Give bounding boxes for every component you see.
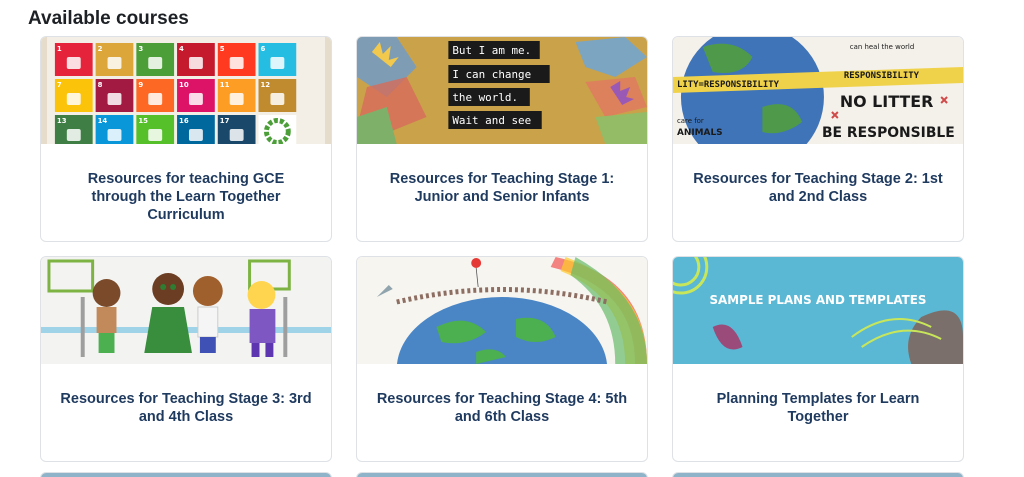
svg-text:ANIMALS: ANIMALS [677,128,723,138]
sdg-tile-number: 12 [260,81,270,89]
svg-text:BE RESPONSIBLE: BE RESPONSIBLE [822,125,955,141]
sdg-goals-image: 1 2 3 4 5 67 8 9 10 11 1213 14 15 16 17 [41,37,331,144]
sdg-tile-icon [188,57,203,69]
sdg-tile-number: 15 [138,117,148,125]
course-title-link[interactable]: Resources for teaching GCE through the L… [41,144,331,224]
sdg-tile-icon [229,93,244,105]
sdg-tile-icon [66,93,81,105]
course-image[interactable] [41,257,331,364]
sdg-tile-icon [66,57,81,69]
sdg-tile-number: 8 [98,81,103,89]
sdg-tile-number: 10 [179,81,189,89]
course-title-link[interactable]: Resources for Teaching Stage 2: 1st and … [673,144,963,206]
svg-text:I can change: I can change [452,68,531,81]
course-card-partial[interactable] [356,472,648,477]
children-drawing-image [41,257,331,364]
course-card[interactable]: But I am me. I can change the world. Wai… [356,36,648,242]
course-image[interactable]: 1 2 3 4 5 6 7 8 9 10 11 12 13 14 15 16 17 [41,37,331,144]
sdg-tile-icon [148,93,163,105]
sample-plans-banner-image: SAMPLE PLANS AND TEMPLATES [673,257,963,364]
course-title-link[interactable]: Resources for Teaching Stage 3: 3rd and … [41,364,331,426]
sdg-tile-number: 13 [57,117,67,125]
svg-text:Wait and see: Wait and see [452,114,531,127]
svg-text:SAMPLE PLANS AND TEMPLATES: SAMPLE PLANS AND TEMPLATES [709,293,926,307]
sdg-tile-number: 7 [57,81,62,89]
sdg-tile-icon [107,93,122,105]
course-card-partial[interactable] [40,472,332,477]
course-card-partial[interactable] [672,472,964,477]
course-list-page: Available courses 1 2 3 4 5 6 7 8 9 10 11 12 13 14 15 1… [0,0,1024,477]
course-card[interactable]: 1 2 3 4 5 6 7 8 9 10 11 12 13 14 15 16 17 Resources for … [40,36,332,242]
course-card[interactable]: LITY=RESPONSIBILITY RESPONSIBILITY care … [672,36,964,242]
course-card[interactable]: Resources for Teaching Stage 4: 5th and … [356,256,648,462]
sdg-tile-icon [270,93,285,105]
sdg-tile-icon [107,129,122,141]
course-card[interactable]: SAMPLE PLANS AND TEMPLATES Planning Temp… [672,256,964,462]
sdg-tile-number: 1 [57,45,62,53]
course-image[interactable] [357,257,647,364]
sdg-tile-number: 6 [260,45,265,53]
course-title-link[interactable]: Resources for Teaching Stage 1: Junior a… [357,144,647,206]
course-title-link[interactable]: Resources for Teaching Stage 4: 5th and … [357,364,647,426]
svg-text:the world.: the world. [452,91,518,104]
svg-text:RESPONSIBILITY: RESPONSIBILITY [844,71,920,81]
sdg-tile-number: 4 [179,45,184,53]
children-handprints-image: But I am me. I can change the world. Wai… [357,37,647,144]
course-title-link[interactable]: Planning Templates for Learn Together [673,364,963,426]
svg-text:care for: care for [677,117,704,125]
sdg-tile-number: 3 [138,45,143,53]
sdg-tile-icon [188,93,203,105]
sdg-tile-number: 14 [98,117,108,125]
svg-text:can heal the world: can heal the world [850,43,914,51]
course-card[interactable]: Resources for Teaching Stage 3: 3rd and … [40,256,332,462]
sdg-tile-icon [270,57,285,69]
sdg-tile-number: 9 [138,81,143,89]
sdg-tile-icon [188,129,203,141]
earth-responsibility-image: LITY=RESPONSIBILITY RESPONSIBILITY care … [673,37,963,144]
svg-text:LITY=RESPONSIBILITY: LITY=RESPONSIBILITY [677,80,780,90]
course-image[interactable]: But I am me. I can change the world. Wai… [357,37,647,144]
sdg-tile-number: 17 [220,117,230,125]
sdg-tile-number: 16 [179,117,189,125]
sdg-tile-number: 2 [98,45,103,53]
sdg-tile-number: 11 [220,81,230,89]
section-title: Available courses [28,8,189,29]
course-image[interactable]: LITY=RESPONSIBILITY RESPONSIBILITY care … [673,37,963,144]
svg-text:NO LITTER: NO LITTER [840,92,933,111]
sdg-tile-icon [66,129,81,141]
sdg-tile-number: 5 [220,45,225,53]
sdg-tile-icon [229,129,244,141]
course-image[interactable]: SAMPLE PLANS AND TEMPLATES [673,257,963,364]
world-holding-hands-image [357,257,647,364]
svg-text:But I am me.: But I am me. [452,44,531,57]
sdg-tile-icon [148,129,163,141]
sdg-tile-icon [229,57,244,69]
sdg-tile-icon [107,57,122,69]
sdg-tile-icon [148,57,163,69]
